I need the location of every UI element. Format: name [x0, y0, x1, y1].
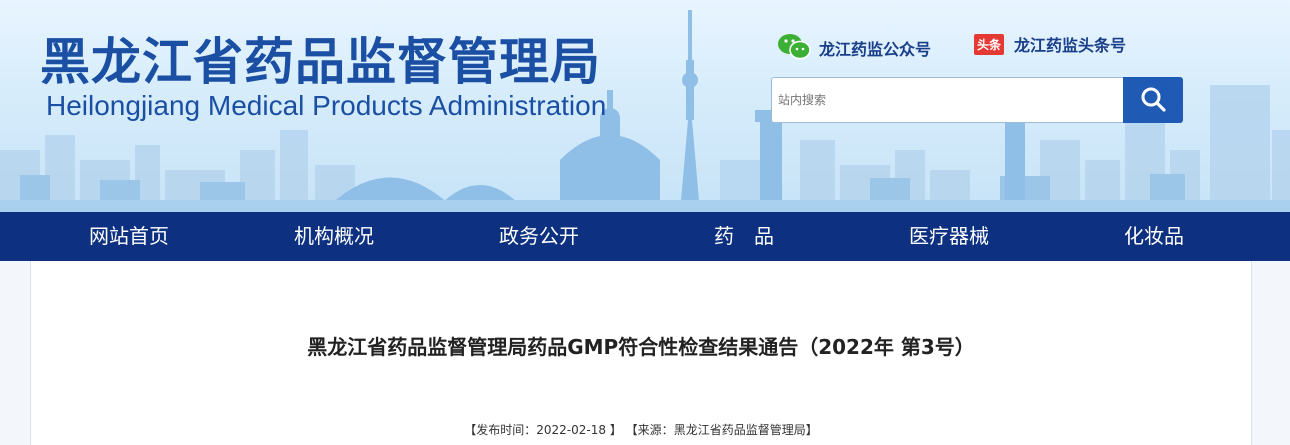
- search-icon: [1140, 86, 1166, 115]
- toutiao-account-link[interactable]: 头条 龙江药监头条号: [974, 32, 1126, 56]
- source-suffix: 】: [805, 423, 818, 437]
- search-button[interactable]: [1123, 77, 1183, 123]
- header-banner: 黑龙江省药品监督管理局 Heilongjiang Medical Product…: [0, 0, 1290, 212]
- site-search: [771, 77, 1183, 123]
- nav-item-government-affairs[interactable]: 政务公开: [499, 212, 579, 261]
- wechat-icon: [777, 32, 811, 64]
- publish-time-prefix: 【发布时间：: [464, 423, 537, 437]
- source-prefix: 【来源：: [625, 423, 674, 437]
- toutiao-account-label: 龙江药监头条号: [1014, 36, 1127, 55]
- nav-item-about[interactable]: 机构概况: [294, 212, 374, 261]
- search-input[interactable]: [771, 77, 1130, 123]
- site-title: 黑龙江省药品监督管理局: [40, 33, 601, 91]
- nav-item-medical-devices[interactable]: 医疗器械: [909, 212, 989, 261]
- toutiao-icon: 头条: [974, 33, 1005, 55]
- site-subtitle: Heilongjiang Medical Products Administra…: [46, 90, 607, 121]
- main-nav: 网站首页 机构概况 政务公开 药 品 医疗器械 化妆品: [0, 212, 1290, 261]
- publish-date: 2022-02-18: [536, 423, 607, 437]
- publish-time-suffix: 】: [606, 423, 626, 437]
- nav-item-home[interactable]: 网站首页: [89, 212, 169, 261]
- wechat-account-label: 龙江药监公众号: [819, 40, 932, 59]
- article-source: 黑龙江省药品监督管理局: [673, 423, 806, 437]
- wechat-official-account-link[interactable]: 龙江药监公众号: [777, 32, 931, 64]
- article-title: 黑龙江省药品监督管理局药品GMP符合性检查结果通告（2022年 第3号）: [307, 335, 975, 359]
- article-panel: 黑龙江省药品监督管理局药品GMP符合性检查结果通告（2022年 第3号） 【发布…: [30, 261, 1252, 445]
- article-meta: 【发布时间：2022-02-18 】 【来源：黑龙江省药品监督管理局】: [31, 421, 1251, 438]
- nav-item-drugs[interactable]: 药 品: [714, 212, 774, 261]
- nav-item-cosmetics[interactable]: 化妆品: [1124, 212, 1184, 261]
